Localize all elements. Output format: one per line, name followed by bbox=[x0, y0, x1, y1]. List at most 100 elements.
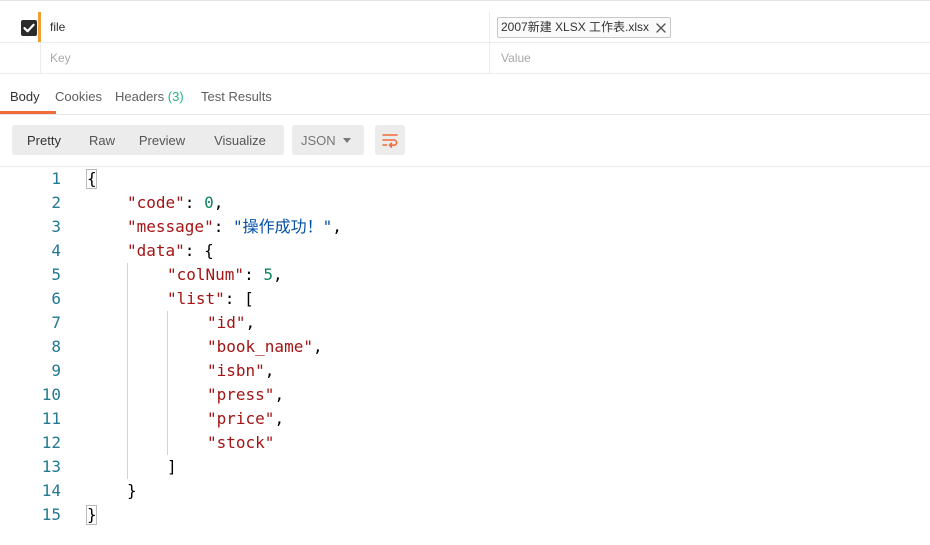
code-token: "colNum" bbox=[167, 265, 245, 284]
bracket-match-highlight bbox=[86, 169, 97, 189]
code-token: : bbox=[244, 265, 264, 284]
line-number: 1 bbox=[51, 169, 61, 188]
body-toolbar: Pretty Raw Preview Visualize JSON bbox=[0, 115, 930, 165]
code-token: , bbox=[264, 361, 275, 380]
code-text: ] bbox=[167, 455, 177, 479]
code-text: "id", bbox=[207, 311, 255, 335]
selected-file-chip: 2007新建 XLSX 工作表.xlsx bbox=[497, 17, 672, 38]
form-data-new-row: Key Value bbox=[0, 43, 930, 74]
code-token: "操作成功！" bbox=[232, 217, 333, 236]
code-line: 5 "colNum": 5, bbox=[0, 263, 930, 287]
line-number: 15 bbox=[41, 505, 61, 524]
format-dropdown[interactable]: JSON bbox=[292, 125, 364, 155]
form-data-row: file 2007新建 XLSX 工作表.xlsx bbox=[0, 12, 930, 43]
row-enable-cell bbox=[0, 12, 41, 42]
selected-file-name: 2007新建 XLSX 工作表.xlsx bbox=[501, 20, 650, 34]
tab-test-results[interactable]: Test Results bbox=[201, 74, 272, 114]
code-token: "id" bbox=[207, 313, 246, 332]
code-token: : bbox=[213, 217, 233, 236]
headers-count-badge: (3) bbox=[167, 89, 184, 104]
code-line: 9 "isbn", bbox=[0, 359, 930, 383]
code-token: : { bbox=[184, 241, 214, 260]
row-enabled-checkbox[interactable] bbox=[21, 20, 37, 36]
code-line: 1{ bbox=[0, 167, 930, 191]
code-token: , bbox=[274, 409, 285, 428]
tab-body[interactable]: Body bbox=[0, 74, 56, 114]
code-token: : bbox=[184, 193, 205, 212]
checkmark-icon bbox=[23, 23, 35, 33]
wrap-lines-icon bbox=[382, 134, 398, 148]
code-token: "isbn" bbox=[207, 361, 265, 380]
line-number: 13 bbox=[41, 457, 61, 476]
code-token: "book_name" bbox=[207, 337, 313, 356]
bracket-match-highlight bbox=[86, 505, 97, 525]
tab-headers[interactable]: Headers (3) bbox=[115, 74, 184, 114]
code-line: 12 "stock" bbox=[0, 431, 930, 455]
code-line: 10 "press", bbox=[0, 383, 930, 407]
code-text: "colNum": 5, bbox=[167, 263, 283, 287]
value-placeholder: Value bbox=[501, 51, 531, 65]
code-token: , bbox=[272, 265, 283, 284]
value-input[interactable]: Value bbox=[491, 43, 930, 73]
line-number: 8 bbox=[51, 337, 61, 356]
line-number: 14 bbox=[41, 481, 61, 500]
code-text: "price", bbox=[207, 407, 284, 431]
param-key-text: file bbox=[50, 20, 66, 34]
form-data-table: file 2007新建 XLSX 工作表.xlsx Key Value bbox=[0, 0, 930, 75]
code-token: "message" bbox=[127, 217, 214, 236]
close-icon bbox=[656, 22, 666, 33]
code-token: : [ bbox=[224, 289, 254, 308]
visualize-button[interactable]: Visualize bbox=[196, 125, 284, 155]
code-token: , bbox=[274, 385, 285, 404]
code-line: 8 "book_name", bbox=[0, 335, 930, 359]
code-text: "press", bbox=[207, 383, 284, 407]
indent-guide bbox=[127, 263, 128, 479]
code-token: , bbox=[213, 193, 224, 212]
raw-button[interactable]: Raw bbox=[76, 125, 128, 155]
param-key-cell[interactable]: file bbox=[42, 12, 490, 42]
code-token: 5 bbox=[263, 265, 273, 284]
remove-file-button[interactable] bbox=[656, 22, 666, 33]
code-token: , bbox=[332, 217, 342, 236]
code-token: , bbox=[312, 337, 323, 356]
code-text: "message": "操作成功！", bbox=[127, 215, 342, 239]
key-input[interactable]: Key bbox=[42, 43, 490, 73]
code-token: "list" bbox=[167, 289, 225, 308]
tab-headers-label: Headers bbox=[115, 89, 165, 104]
wrap-lines-button[interactable] bbox=[375, 125, 405, 155]
line-number: 9 bbox=[51, 361, 61, 380]
code-line: 14} bbox=[0, 479, 930, 503]
code-line: 7 "id", bbox=[0, 311, 930, 335]
param-value-cell[interactable]: 2007新建 XLSX 工作表.xlsx bbox=[491, 12, 930, 42]
indent-guide bbox=[167, 311, 168, 455]
line-number: 4 bbox=[51, 241, 61, 260]
code-line: 3 "message": "操作成功！", bbox=[0, 215, 930, 239]
code-line: 11 "price", bbox=[0, 407, 930, 431]
line-number: 10 bbox=[41, 385, 61, 404]
line-number: 7 bbox=[51, 313, 61, 332]
view-mode-group: Pretty Raw Preview Visualize bbox=[12, 125, 284, 155]
code-token: 0 bbox=[204, 193, 214, 212]
code-line: 2 "code": 0, bbox=[0, 191, 930, 215]
code-token: "data" bbox=[127, 241, 185, 260]
tab-cookies[interactable]: Cookies bbox=[55, 74, 102, 114]
row-enable-cell bbox=[0, 43, 41, 73]
chevron-down-icon bbox=[343, 138, 351, 143]
code-line: 6 "list": [ bbox=[0, 287, 930, 311]
format-selected-value: JSON bbox=[301, 133, 336, 148]
code-text: "list": [ bbox=[167, 287, 254, 311]
line-number: 3 bbox=[51, 217, 61, 236]
code-line: 4 "data": { bbox=[0, 239, 930, 263]
code-token: "stock" bbox=[207, 433, 275, 452]
line-number: 2 bbox=[51, 193, 61, 212]
key-placeholder: Key bbox=[50, 51, 71, 65]
code-line: 15} bbox=[0, 503, 930, 527]
response-body-editor[interactable]: 1{2 "code": 0, 3 "message": "操作成功！", 4 "data"… bbox=[0, 166, 930, 545]
code-token: "price" bbox=[207, 409, 275, 428]
code-text: } bbox=[127, 479, 137, 503]
code-text: "data": { bbox=[127, 239, 214, 263]
pretty-button[interactable]: Pretty bbox=[12, 125, 76, 155]
postman-response-view: file 2007新建 XLSX 工作表.xlsx Key Value Body… bbox=[0, 0, 930, 545]
preview-button[interactable]: Preview bbox=[128, 125, 196, 155]
code-text: "book_name", bbox=[207, 335, 323, 359]
